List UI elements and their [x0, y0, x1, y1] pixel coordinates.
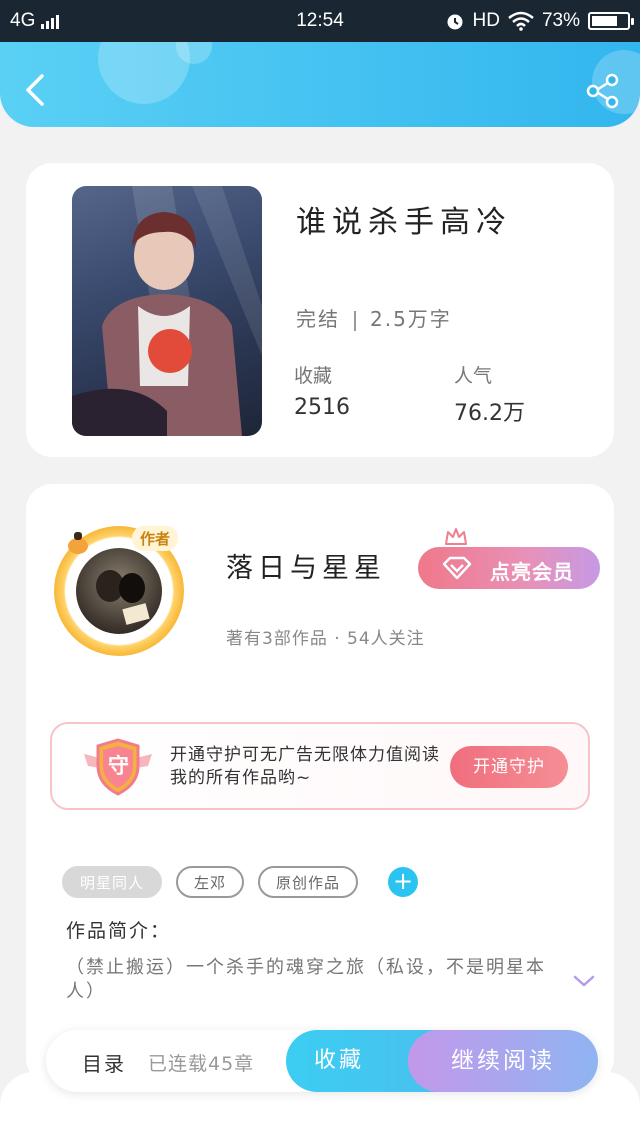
tag-item[interactable]: 明星同人: [62, 866, 163, 898]
diamond-icon: [442, 556, 472, 580]
share-button[interactable]: [584, 72, 622, 110]
popularity-value: 76.2万: [454, 401, 525, 426]
alarm-icon: [447, 14, 463, 30]
author-name: 落日与星星: [226, 553, 386, 584]
intro-text: （禁止搬运）一个杀手的魂穿之旅（私设，不是明星本人）: [66, 957, 546, 1002]
author-avatar[interactable]: 作者: [54, 526, 184, 656]
book-cover-image[interactable]: [72, 186, 262, 436]
favorites-value: 2516: [294, 395, 350, 420]
chevron-down-icon[interactable]: [572, 973, 596, 989]
popularity-label: 人气: [454, 365, 493, 387]
book-meta: 完结 2.5万字: [296, 303, 452, 332]
author-info: 著有3部作品 · 54人关注: [226, 629, 425, 649]
table-of-contents-button[interactable]: 目录: [82, 1048, 126, 1077]
tag-list: 明星同人 左邓 原创作品 +: [62, 866, 419, 898]
add-tag-button[interactable]: +: [388, 867, 419, 897]
activate-membership-button[interactable]: 点亮会员: [418, 547, 600, 589]
status-bar-right: HD 73%: [445, 10, 634, 32]
back-button[interactable]: [18, 70, 54, 110]
author-detail-card: 作者 落日与星星 著有3部作品 · 54人关注 点亮会员 守 开通守护可无广告无…: [26, 484, 614, 1084]
author-tag: 作者: [132, 526, 179, 551]
header-bar: [0, 42, 640, 127]
tag-item[interactable]: 左邓: [176, 866, 245, 898]
book-title: 谁说杀手高冷: [296, 205, 512, 240]
meta-divider: [354, 310, 356, 331]
book-word-count: 2.5万字: [370, 307, 452, 331]
tag-item[interactable]: 原创作品: [258, 866, 359, 898]
crown-icon: [445, 528, 467, 545]
hd-label: HD: [472, 10, 500, 31]
guard-promo-text: 开通守护可无广告无限体力值阅读我的所有作品哟~: [170, 745, 440, 788]
wifi-icon: [508, 11, 534, 31]
book-info-card: 谁说杀手高冷 完结 2.5万字 收藏 2516 人气 76.2万: [26, 163, 614, 457]
guard-promo-banner: 守 开通守护可无广告无限体力值阅读我的所有作品哟~ 开通守护: [50, 722, 590, 810]
membership-button-label: 点亮会员: [490, 562, 574, 584]
bottom-action-bar: 目录 已连载45章 收藏 继续阅读: [46, 1030, 598, 1092]
status-bar: 4G 12:54 HD 73%: [0, 0, 640, 42]
battery-percent: 73%: [541, 10, 580, 31]
favorites-label: 收藏: [294, 365, 333, 387]
chapter-count: 已连载45章: [148, 1053, 255, 1075]
battery-icon: [588, 12, 634, 30]
continue-reading-button[interactable]: 继续阅读: [408, 1030, 598, 1092]
book-status: 完结: [296, 307, 340, 331]
open-guard-button[interactable]: 开通守护: [450, 746, 568, 788]
guard-shield-char: 守: [108, 754, 129, 778]
intro-label: 作品简介：: [66, 920, 172, 942]
